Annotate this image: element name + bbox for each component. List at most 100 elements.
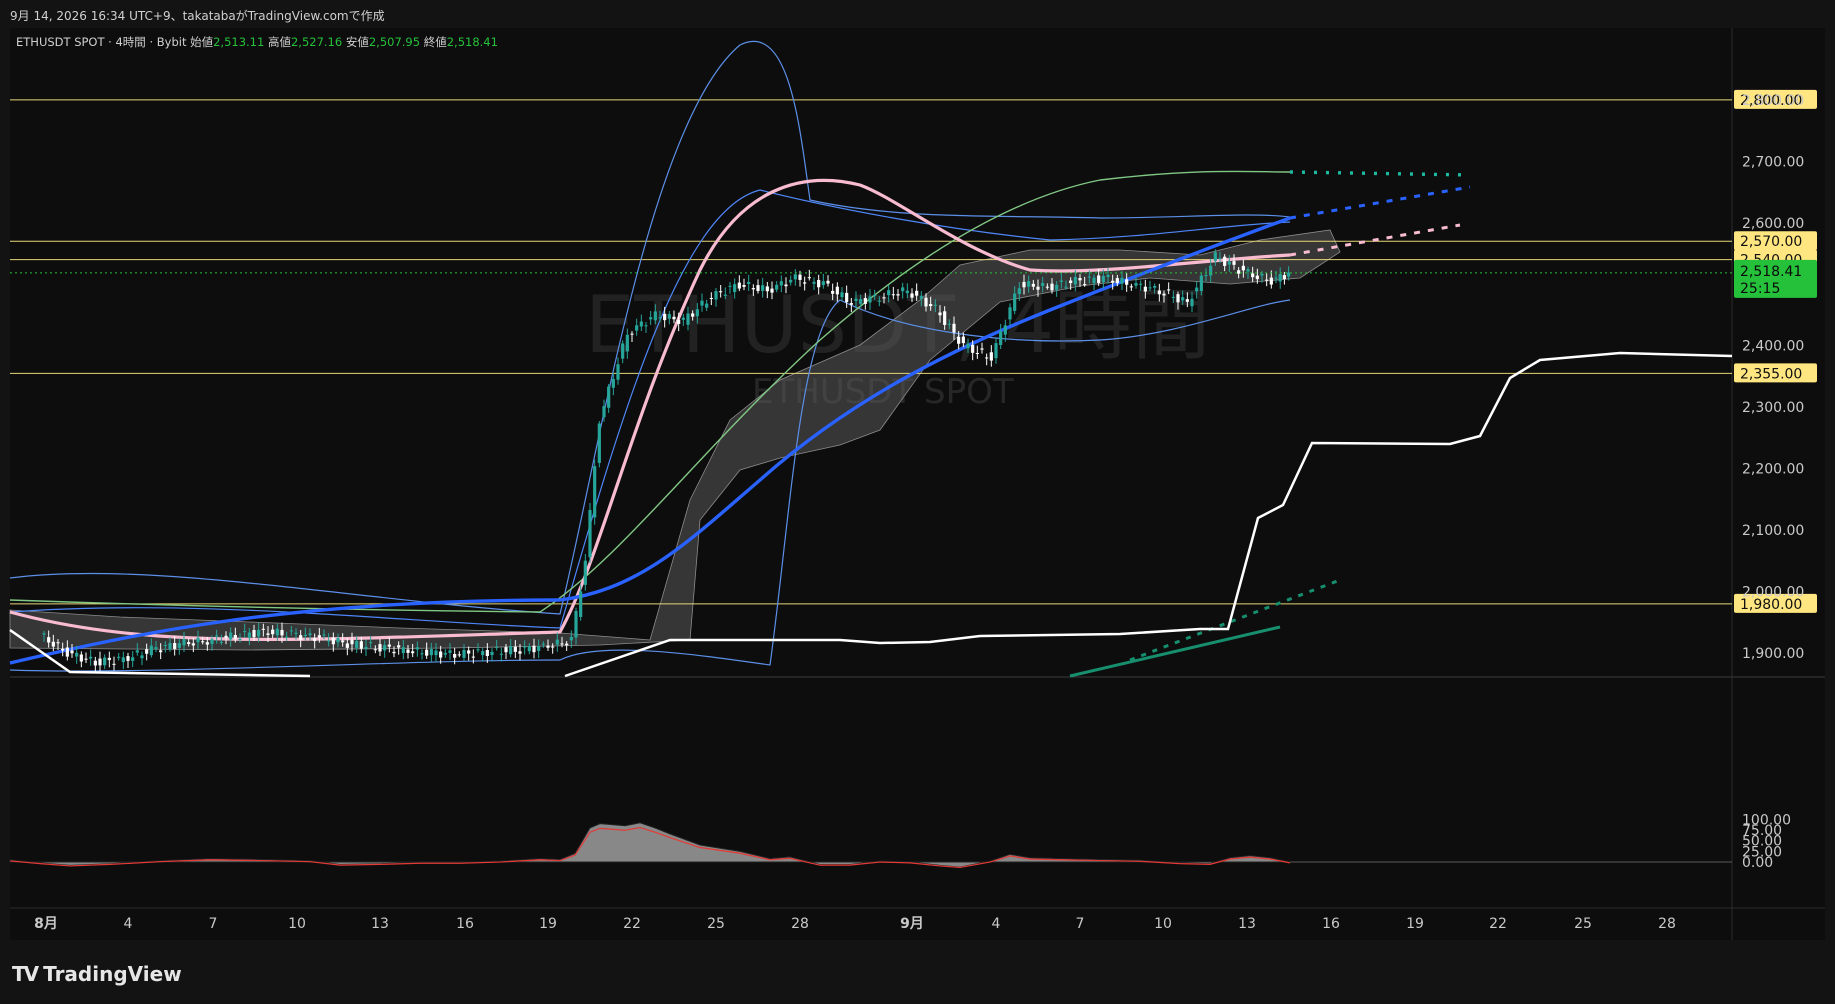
candle-body [1073,276,1077,285]
candle-body [985,357,989,359]
legend-part: 高値 [264,35,291,49]
candle-body [1237,270,1241,274]
candle-body [644,325,648,327]
candle-body [1064,286,1068,288]
candle-body [597,423,601,463]
candle-body [126,656,130,661]
candle-body [971,344,975,353]
candle-body [70,650,74,654]
candle-body [224,635,228,638]
candle-body [51,641,55,647]
candle-body [625,334,629,352]
candle-body [975,352,979,354]
candle-body [653,311,657,321]
candle-body [117,656,121,658]
candle-body [420,653,424,655]
candle-body [1031,283,1035,287]
legend-part: 2,507.95 [369,35,420,49]
candle-body [196,637,200,643]
candle-body [518,651,522,654]
candle-body [159,650,163,653]
y-tick-label: 2,000.00 [1742,585,1804,601]
candle-body [621,343,625,359]
candle-body [1162,293,1166,296]
x-tick-label: 19 [539,916,557,932]
candle-body [1213,252,1217,261]
tradingview-logo[interactable]: TV TradingView [12,962,182,986]
candle-body [831,290,835,294]
candle-body [336,638,340,643]
candle-body [247,632,251,639]
candle-body [163,645,167,647]
x-tick-label: 10 [1154,916,1172,932]
candle-body [401,647,405,654]
candle-body [98,658,102,666]
y-tick-label: 2,800.00 [1742,93,1804,109]
candle-body [495,647,499,649]
candle-body [560,643,564,645]
candle-body [490,651,494,656]
candle-body [863,298,867,304]
candle-body [1232,261,1236,265]
legend-part: 始値 [186,35,213,49]
candle-body [943,311,947,325]
candle-body [397,645,401,648]
x-tick-label: 28 [791,916,809,932]
candle-body [261,628,265,630]
y-tick-label: 2,100.00 [1742,523,1804,539]
x-tick-label: 25 [707,916,725,932]
candle-body [1139,283,1143,285]
candle-body [252,629,256,638]
candle-body [1125,279,1129,285]
candle-body [378,644,382,652]
candle-body [1218,258,1222,260]
candle-body [121,657,125,663]
candle-body [737,282,741,289]
candle-body [1265,279,1269,281]
y-tick-label: 2,700.00 [1742,154,1804,170]
candle-body [1022,281,1026,288]
level-label: 2,570.00 [1740,234,1802,250]
candle-body [84,658,88,660]
candle-body [541,643,545,645]
candle-body [1185,299,1189,302]
candle-body [784,284,788,287]
candle-body [933,304,937,306]
candle-body [173,643,177,649]
candle-body [700,300,704,306]
candle-body [1027,281,1031,287]
candle-body [1227,261,1231,265]
candle-body [989,352,993,361]
candle-body [565,643,569,646]
candle-body [415,647,419,650]
candle-body [915,290,919,296]
candle-body [140,655,144,659]
x-tick-label: 10 [288,916,306,932]
candle-body [1003,325,1007,335]
candle-body [714,291,718,300]
candle-body [191,643,195,646]
candle-body [826,280,830,284]
countdown-label: 25:15 [1740,281,1780,297]
candle-body [93,660,97,666]
candle-body [303,634,307,637]
candle-body [425,649,429,656]
candle-body [1148,287,1152,289]
legend-part: ETHUSDT SPOT · 4時間 · Bybit [16,35,187,49]
candle-body [145,649,149,654]
candle-body [1092,277,1096,284]
ma-green-projection [1289,170,1471,177]
x-tick-label: 19 [1406,916,1424,932]
candle-body [135,650,139,653]
candle-body [406,649,410,653]
price-chart[interactable]: ETHUSDT, 4時間ETHUSDT SPOT2,800.002,570.00… [0,0,1835,1004]
x-tick-label: 7 [1076,916,1085,932]
candle-body [341,640,345,643]
candle-body [807,277,811,279]
candle-body [1111,280,1115,283]
candle-body [266,633,270,635]
candle-body [765,286,769,292]
ma-blue-projection [1289,185,1471,220]
candle-body [840,292,844,298]
candle-body [532,645,536,653]
